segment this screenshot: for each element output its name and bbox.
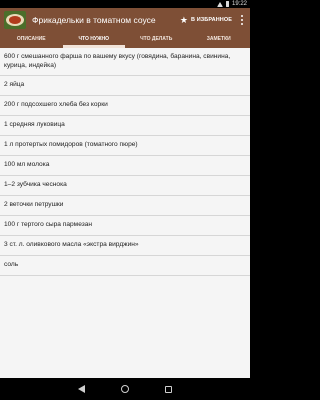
list-item: 600 г смешанного фарша по вашему вкусу (…: [0, 48, 250, 76]
status-time: 19:22: [231, 1, 247, 7]
ingredients-list: 600 г смешанного фарша по вашему вкусу (…: [0, 48, 250, 378]
tab-ingredients[interactable]: ЧТО НУЖНО: [62, 32, 126, 48]
more-vert-icon[interactable]: [238, 13, 246, 27]
list-item: соль: [0, 256, 250, 276]
status-bar: 19:22: [0, 0, 250, 8]
status-icons: 19:22: [216, 0, 247, 8]
navigation-bar: [0, 378, 250, 400]
app-bar: Фрикадельки в томатном соусе ★ В ИЗБРАНН…: [0, 8, 250, 32]
battery-icon: [225, 1, 229, 7]
list-item: 2 веточки петрушки: [0, 196, 250, 216]
list-item: 2 яйца: [0, 76, 250, 96]
tab-instructions[interactable]: ЧТО ДЕЛАТЬ: [125, 32, 188, 48]
wifi-icon: [216, 1, 223, 7]
tab-bar: ОПИСАНИЕ ЧТО НУЖНО ЧТО ДЕЛАТЬ ЗАМЕТКИ: [0, 32, 250, 48]
list-item: 100 г тертого сыра пармезан: [0, 216, 250, 236]
list-item: 100 мл молока: [0, 156, 250, 176]
star-icon: ★: [179, 15, 188, 25]
tab-description[interactable]: ОПИСАНИЕ: [0, 32, 63, 48]
page-title: Фрикадельки в томатном соусе: [32, 15, 156, 25]
list-item: 1–2 зубчика чеснока: [0, 176, 250, 196]
add-to-favorites-button[interactable]: ★ В ИЗБРАННОЕ: [180, 15, 232, 25]
list-item: 3 ст. л. оливкового масла «экстра вирджи…: [0, 236, 250, 256]
list-item: 1 л протертых помидоров (томатного пюре): [0, 136, 250, 156]
tab-notes[interactable]: ЗАМЕТКИ: [188, 32, 251, 48]
list-item: 200 г подсохшего хлеба без корки: [0, 96, 250, 116]
recent-apps-icon[interactable]: [165, 385, 172, 393]
list-item: 1 средняя луковица: [0, 116, 250, 136]
recipe-thumbnail: [4, 11, 26, 29]
home-icon[interactable]: [121, 385, 129, 393]
back-icon[interactable]: [78, 385, 85, 393]
favorite-label: В ИЗБРАННОЕ: [191, 17, 232, 23]
